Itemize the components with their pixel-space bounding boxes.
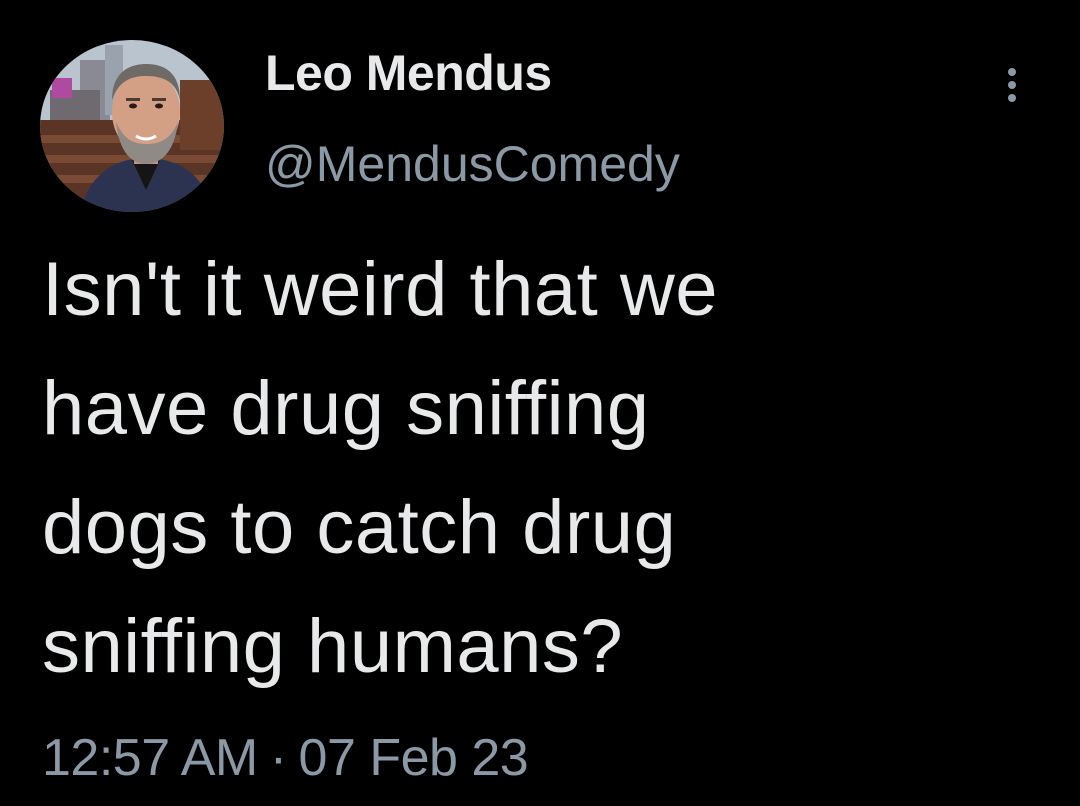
more-vertical-icon-dot (1008, 81, 1016, 89)
tweet-text-line: have drug sniffing (42, 366, 650, 451)
tweet-text: Isn't it weird that we have drug sniffin… (42, 230, 1042, 706)
tweet-text-line: sniffing humans? (42, 604, 624, 689)
more-vertical-icon (1008, 68, 1016, 76)
timestamp-separator: · (269, 729, 287, 787)
more-vertical-icon-dot (1008, 94, 1016, 102)
more-options-button[interactable] (990, 60, 1034, 110)
avatar-photo (40, 40, 224, 212)
tweet-text-line: dogs to catch drug (42, 485, 677, 570)
tweet-time: 12:57 AM (42, 729, 258, 787)
tweet-timestamp[interactable]: 12:57 AM · 07 Feb 23 (42, 729, 529, 787)
avatar[interactable] (40, 40, 224, 212)
tweet-card: Leo Mendus @MendusComedy Isn't it weird … (0, 0, 1080, 806)
author-display-name[interactable]: Leo Mendus (265, 46, 552, 101)
author-handle[interactable]: @MendusComedy (265, 137, 680, 192)
tweet-date: 07 Feb 23 (298, 729, 529, 787)
tweet-text-line: Isn't it weird that we (42, 247, 718, 332)
